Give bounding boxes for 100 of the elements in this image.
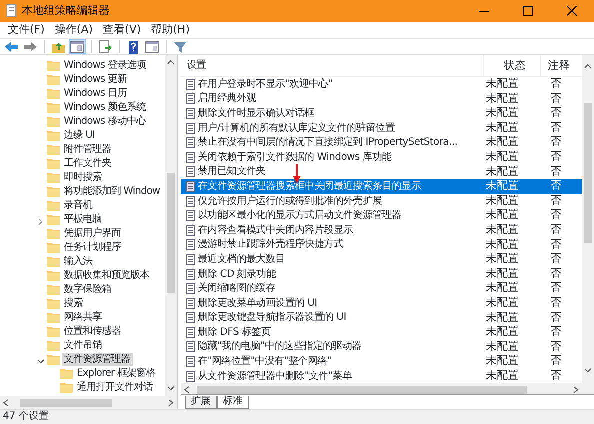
menu-item[interactable]: 操作(A) xyxy=(50,23,98,37)
scroll-right-icon[interactable] xyxy=(572,384,580,394)
tree-item[interactable]: 附件管理器 xyxy=(62,142,114,156)
export-icon[interactable] xyxy=(97,39,114,54)
tree-item[interactable]: 平板电脑 xyxy=(62,212,104,226)
setting-name: 漫游时禁止跟踪外壳程序快捷方式 xyxy=(198,238,344,252)
tree-item[interactable]: 录音机 xyxy=(62,198,94,212)
menu-item[interactable]: 帮助(H) xyxy=(147,23,194,37)
policy-icon xyxy=(186,254,195,265)
tree-item[interactable]: 通用打开文件对话 xyxy=(75,380,155,394)
table-row[interactable]: 在文件资源管理器搜索框中关闭最近搜索条目的显示 xyxy=(181,178,483,194)
back-arrow-icon[interactable] xyxy=(3,39,20,54)
state-cell-text: 未配置 xyxy=(485,236,520,253)
tree-item[interactable]: Windows 移动中心 xyxy=(62,114,148,128)
table-row[interactable]: 用户/计算机的所有默认库定义文件的驻留位置 xyxy=(181,120,483,136)
scroll-right-icon[interactable] xyxy=(167,398,175,408)
folder-icon xyxy=(47,186,60,196)
state-cell-text: 未配置 xyxy=(485,338,520,355)
table-row[interactable]: 启用经典外观 xyxy=(181,91,483,106)
tree-item[interactable]: Windows 日历 xyxy=(62,86,129,100)
state-cell-text: 未配置 xyxy=(485,149,520,166)
table-row[interactable]: 隐藏"我的电脑"中的这些指定的驱动器 xyxy=(181,339,483,354)
comment-cell-text: 否 xyxy=(550,368,562,384)
tree-item[interactable]: 文件吊销 xyxy=(62,338,104,352)
table-row[interactable]: 漫游时禁止跟踪外壳程序快捷方式 xyxy=(181,237,483,252)
tree-item[interactable]: Windows 登录选项 xyxy=(62,58,148,72)
filter-icon[interactable] xyxy=(172,39,189,54)
table-row[interactable]: 删除更改键盘导航指示器设置的 UI xyxy=(181,310,483,326)
tab[interactable]: 扩展 xyxy=(185,396,217,409)
tree-item[interactable]: 位置和传感器 xyxy=(62,324,123,338)
table-row[interactable]: 禁止在没有中间层的情况下直接绑定到 IPropertySetStora... xyxy=(181,135,483,150)
table-row[interactable]: 以功能区最小化的显示方式启动文件资源管理器 xyxy=(181,208,483,224)
scrollbar-thumb[interactable] xyxy=(20,398,112,406)
table-row[interactable]: 最近文档的最大数目 xyxy=(181,252,483,267)
table-row[interactable]: 删除更改菜单动画设置的 UI xyxy=(181,296,483,311)
state-cell-text: 未配置 xyxy=(485,90,520,107)
scrollbar[interactable] xyxy=(165,55,177,396)
tree-item[interactable]: 数据收集和预览版本 xyxy=(62,268,152,282)
policy-icon xyxy=(186,341,195,352)
tree-item[interactable]: 边缘 UI xyxy=(62,128,97,142)
table-row[interactable]: 关闭缩略图的缓存 xyxy=(181,281,483,296)
state-cell-text: 未配置 xyxy=(485,353,520,370)
policy-icon xyxy=(186,298,195,309)
tree-item[interactable]: 数字保险箱 xyxy=(62,282,114,296)
folder-icon xyxy=(47,270,60,280)
policy-icon xyxy=(186,210,195,222)
column-header[interactable]: 注释 xyxy=(541,55,571,76)
policy-icon xyxy=(186,326,195,338)
column-header[interactable]: 状态 xyxy=(483,55,541,76)
state-cell-text: 未配置 xyxy=(485,76,520,92)
folder-icon xyxy=(47,116,60,126)
table-row[interactable]: 从文件资源管理器中删除"文件"菜单 xyxy=(181,368,483,384)
policy-icon xyxy=(186,166,195,178)
tree-item[interactable]: Windows 更新 xyxy=(62,72,129,86)
tree-item[interactable]: Explorer 框架窗格 xyxy=(75,366,158,380)
state-cell-text: 未配置 xyxy=(485,222,520,238)
setting-name: 最近文档的最大数目 xyxy=(198,252,286,267)
tree-item[interactable]: Windows 颜色系统 xyxy=(62,100,148,114)
policy-icon xyxy=(186,370,195,382)
scrollbar[interactable] xyxy=(582,55,594,394)
scrollbar-thumb[interactable] xyxy=(167,173,175,293)
state-cell-text: 未配置 xyxy=(485,294,520,311)
table-row[interactable]: 禁用已知文件夹 xyxy=(181,164,483,180)
horizontal-scrollbar[interactable] xyxy=(181,383,582,394)
tree-item[interactable]: 搜索 xyxy=(62,296,85,310)
tree-item[interactable]: 网络共享 xyxy=(62,310,104,324)
comment-cell-text: 否 xyxy=(550,266,562,282)
scrollbar-thumb[interactable] xyxy=(584,103,592,243)
window-icon[interactable] xyxy=(144,39,161,54)
column-header[interactable]: 设置 xyxy=(181,55,483,76)
scrollbar-thumb[interactable] xyxy=(196,386,526,394)
policy-icon xyxy=(186,122,195,134)
tree-item[interactable]: 将功能添加到 Window xyxy=(62,184,162,198)
table-row[interactable]: 在内容查看模式中关闭内容片段显示 xyxy=(181,222,483,238)
tab[interactable]: 标准 xyxy=(217,396,249,409)
policy-icon xyxy=(186,312,195,324)
table-row[interactable]: 在"网络位置"中没有"整个网络" xyxy=(181,354,483,370)
table-row[interactable]: 删除 CD 刻录功能 xyxy=(181,266,483,282)
tree-item[interactable]: 任务计划程序 xyxy=(62,240,123,254)
tree-item[interactable]: 输入法 xyxy=(62,254,94,268)
scroll-left-icon[interactable] xyxy=(2,398,10,408)
tree-pane-icon[interactable] xyxy=(69,39,86,54)
horizontal-scrollbar[interactable] xyxy=(0,396,177,409)
tree-item[interactable]: 凭据用户界面 xyxy=(62,226,123,240)
tree-item[interactable]: 即时搜索 xyxy=(62,170,104,184)
policy-icon xyxy=(186,180,195,192)
table-row[interactable]: 删除 DFS 标签页 xyxy=(181,324,483,340)
setting-name: 关闭依赖于索引文件数据的 Windows 库功能 xyxy=(198,150,392,165)
maximize-icon xyxy=(523,6,533,16)
tree-item[interactable]: 文件资源管理器 xyxy=(62,352,132,366)
tree-item[interactable]: 工作文件夹 xyxy=(62,156,114,170)
table-row[interactable]: 在用户登录时不显示"欢迎中心" xyxy=(181,76,483,92)
table-row[interactable]: 删除文件时显示确认对话框 xyxy=(181,106,483,121)
menu-item[interactable]: 文件(F) xyxy=(4,23,49,37)
menu-item[interactable]: 查看(V) xyxy=(99,23,146,37)
table-row[interactable]: 关闭依赖于索引文件数据的 Windows 库功能 xyxy=(181,150,483,165)
table-row[interactable]: 仅允许按用户运行的或得到批准的外壳扩展 xyxy=(181,194,483,209)
setting-name: 在用户登录时不显示"欢迎中心" xyxy=(198,78,333,92)
scroll-left-icon[interactable] xyxy=(183,384,191,394)
state-cell-text: 未配置 xyxy=(485,134,520,150)
